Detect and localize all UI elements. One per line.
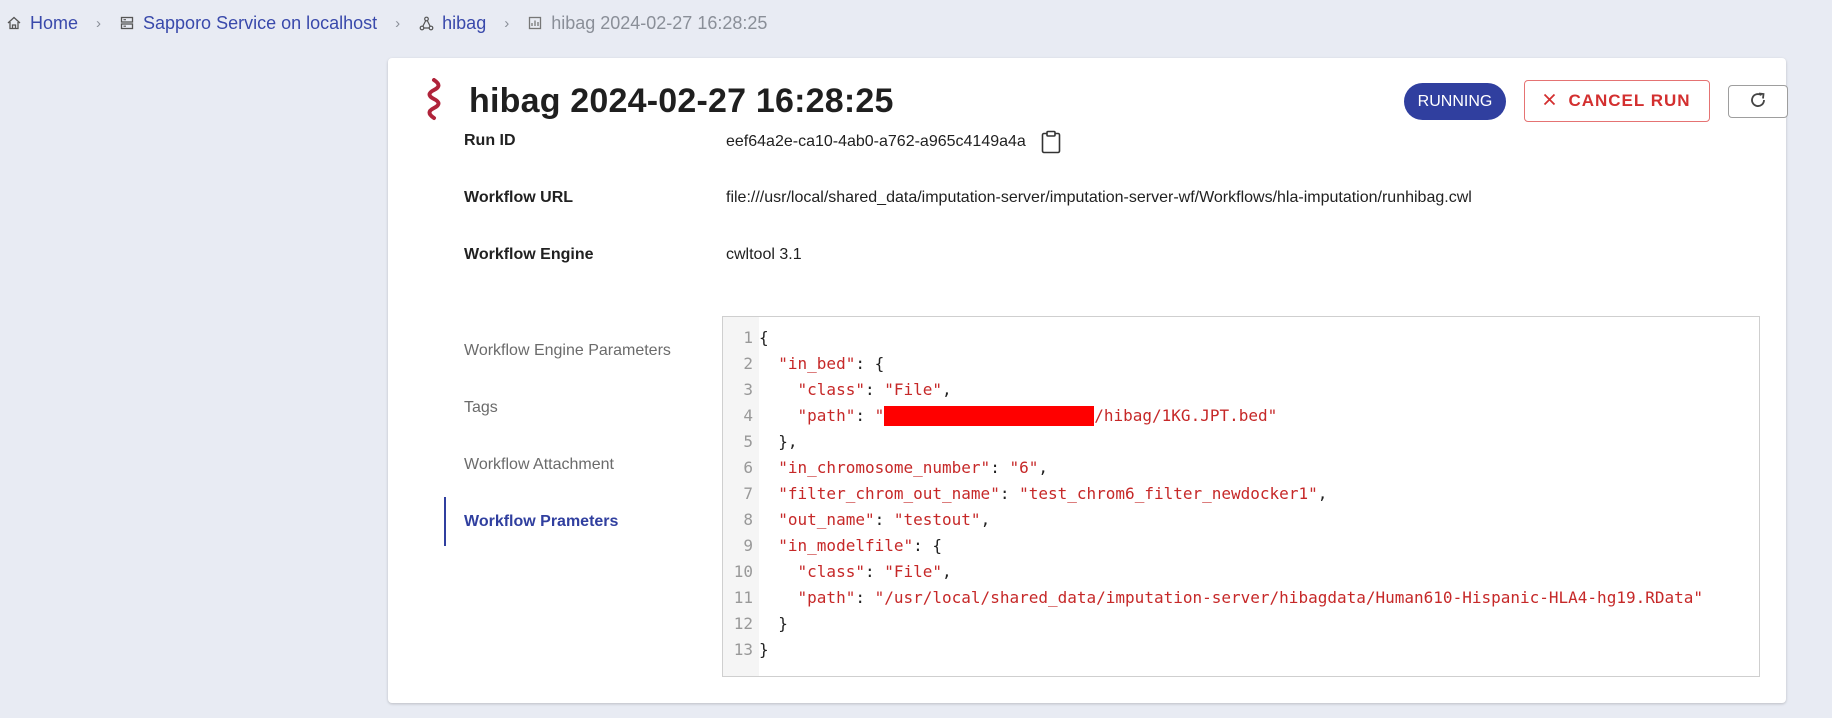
workflow-icon [418,15,434,31]
code-line: 12 } [723,611,1759,637]
run-id-row: eef64a2e-ca10-4ab0-a762-a965c4149a4a [726,130,1062,154]
workflow-engine-label: Workflow Engine [464,246,594,263]
line-number: 5 [743,432,753,451]
workflow-url-label: Workflow URL [464,189,574,206]
code-text: "path": "/usr/local/shared_data/imputati… [797,588,1704,607]
cancel-run-button[interactable]: CANCEL RUN [1524,80,1710,122]
chevron-right-icon: › [504,14,510,32]
line-number: 2 [743,354,753,373]
tab-workflow-parameters[interactable]: Workflow Prameters [444,493,684,550]
breadcrumb-workflow-label[interactable]: hibag [442,13,486,34]
code-line: 3 "class": "File", [723,377,1759,403]
line-number: 12 [733,614,753,633]
code-text: "path": "/hibag/1KG.JPT.bed" [797,405,1278,426]
tab-tags[interactable]: Tags [444,379,684,436]
code-text: } [759,614,788,633]
breadcrumb-workflow[interactable]: hibag [418,13,486,34]
code-text: "class": "File", [797,562,952,581]
code-text: } [759,640,769,659]
breadcrumb-service[interactable]: Sapporo Service on localhost [119,13,377,34]
breadcrumb-service-label[interactable]: Sapporo Service on localhost [143,13,377,34]
code-line: 4 "path": "/hibag/1KG.JPT.bed" [723,403,1759,429]
run-id-label: Run ID [464,132,516,149]
editor-code: 1{2 "in_bed": {3 "class": "File", 4 "path… [723,325,1759,663]
status-badge: RUNNING [1404,83,1506,120]
line-number: 9 [743,536,753,555]
code-line: 2 "in_bed": { [723,351,1759,377]
code-text: "filter_chrom_out_name": "test_chrom6_fi… [778,484,1328,503]
workflow-url-value: file:///usr/local/shared_data/imputation… [726,189,1472,206]
line-number: 8 [743,510,753,529]
clipboard-icon[interactable] [1040,130,1062,154]
code-line: 5 }, [723,429,1759,455]
code-line: 11 "path": "/usr/local/shared_data/imput… [723,585,1759,611]
refresh-button[interactable] [1728,85,1788,118]
tab-workflow-engine-parameters[interactable]: Workflow Engine Parameters [444,322,684,379]
chevron-right-icon: › [96,14,102,32]
line-number: 11 [733,588,753,607]
detail-tabs: Workflow Engine Parameters Tags Workflow… [444,322,684,550]
code-line: 13} [723,637,1759,663]
run-detail-card: hibag 2024-02-27 16:28:25 RUNNING CANCEL… [388,58,1788,703]
code-line: 8 "out_name": "testout", [723,507,1759,533]
code-line: 6 "in_chromosome_number": "6", [723,455,1759,481]
breadcrumb-run-label: hibag 2024-02-27 16:28:25 [551,12,768,33]
breadcrumb-home-label[interactable]: Home [30,13,78,34]
line-number: 3 [743,380,753,399]
code-line: 7 "filter_chrom_out_name": "test_chrom6_… [723,481,1759,507]
code-text: "out_name": "testout", [778,510,991,529]
breadcrumb: Home › Sapporo Service on localhost › hi… [6,12,767,34]
workflow-engine-value: cwltool 3.1 [726,246,802,263]
line-number: 7 [743,484,753,503]
line-number: 13 [733,640,753,659]
page-title: hibag 2024-02-27 16:28:25 [469,82,894,120]
line-number: 4 [743,406,753,425]
code-line: 10 "class": "File", [723,559,1759,585]
breadcrumb-run: hibag 2024-02-27 16:28:25 [527,13,767,34]
server-icon [119,15,135,31]
tab-workflow-attachment[interactable]: Workflow Attachment [444,436,684,493]
workflow-params-editor[interactable]: 1{2 "in_bed": {3 "class": "File", 4 "path… [722,316,1760,677]
code-text: "class": "File", [797,380,952,399]
breadcrumb-home[interactable]: Home [6,13,78,34]
run-icon [527,15,543,31]
code-line: 1{ [723,325,1759,351]
line-number: 1 [743,328,753,347]
refresh-icon [1747,89,1769,114]
run-id-value: eef64a2e-ca10-4ab0-a762-a965c4149a4a [726,133,1026,150]
line-number: 10 [733,562,753,581]
code-text: }, [759,432,798,451]
home-icon [6,15,22,31]
close-icon [1543,91,1556,111]
sapporo-logo-icon [424,78,444,122]
redaction-bar [884,405,1095,426]
code-text: "in_bed": { [778,354,885,373]
line-number: 6 [743,458,753,477]
code-text: { [759,328,769,347]
code-text: "in_chromosome_number": "6", [778,458,1048,477]
code-line: 9 "in_modelfile": { [723,533,1759,559]
cancel-run-label: CANCEL RUN [1568,91,1691,110]
code-text: "in_modelfile": { [778,536,943,555]
chevron-right-icon: › [395,14,401,32]
